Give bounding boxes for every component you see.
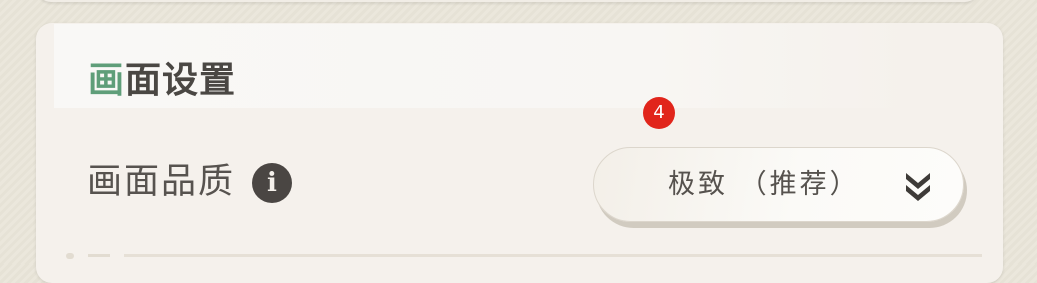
section-title-accent: 画 xyxy=(88,60,126,101)
divider-dash xyxy=(88,254,110,257)
section-divider xyxy=(124,254,982,257)
quality-dropdown[interactable]: 极致 （推荐） xyxy=(593,147,964,222)
section-title-rest: 面设置 xyxy=(125,60,237,101)
previous-card-edge xyxy=(37,0,979,2)
info-icon[interactable]: i xyxy=(252,163,292,203)
quality-setting-label: 画面品质 xyxy=(87,162,236,202)
double-chevron-down-icon xyxy=(906,173,930,201)
step-number-badge: 4 xyxy=(643,97,675,129)
section-title: 画面设置 xyxy=(88,59,236,103)
quality-dropdown-value: 极致 （推荐） xyxy=(668,169,860,200)
divider-dot xyxy=(66,253,74,259)
